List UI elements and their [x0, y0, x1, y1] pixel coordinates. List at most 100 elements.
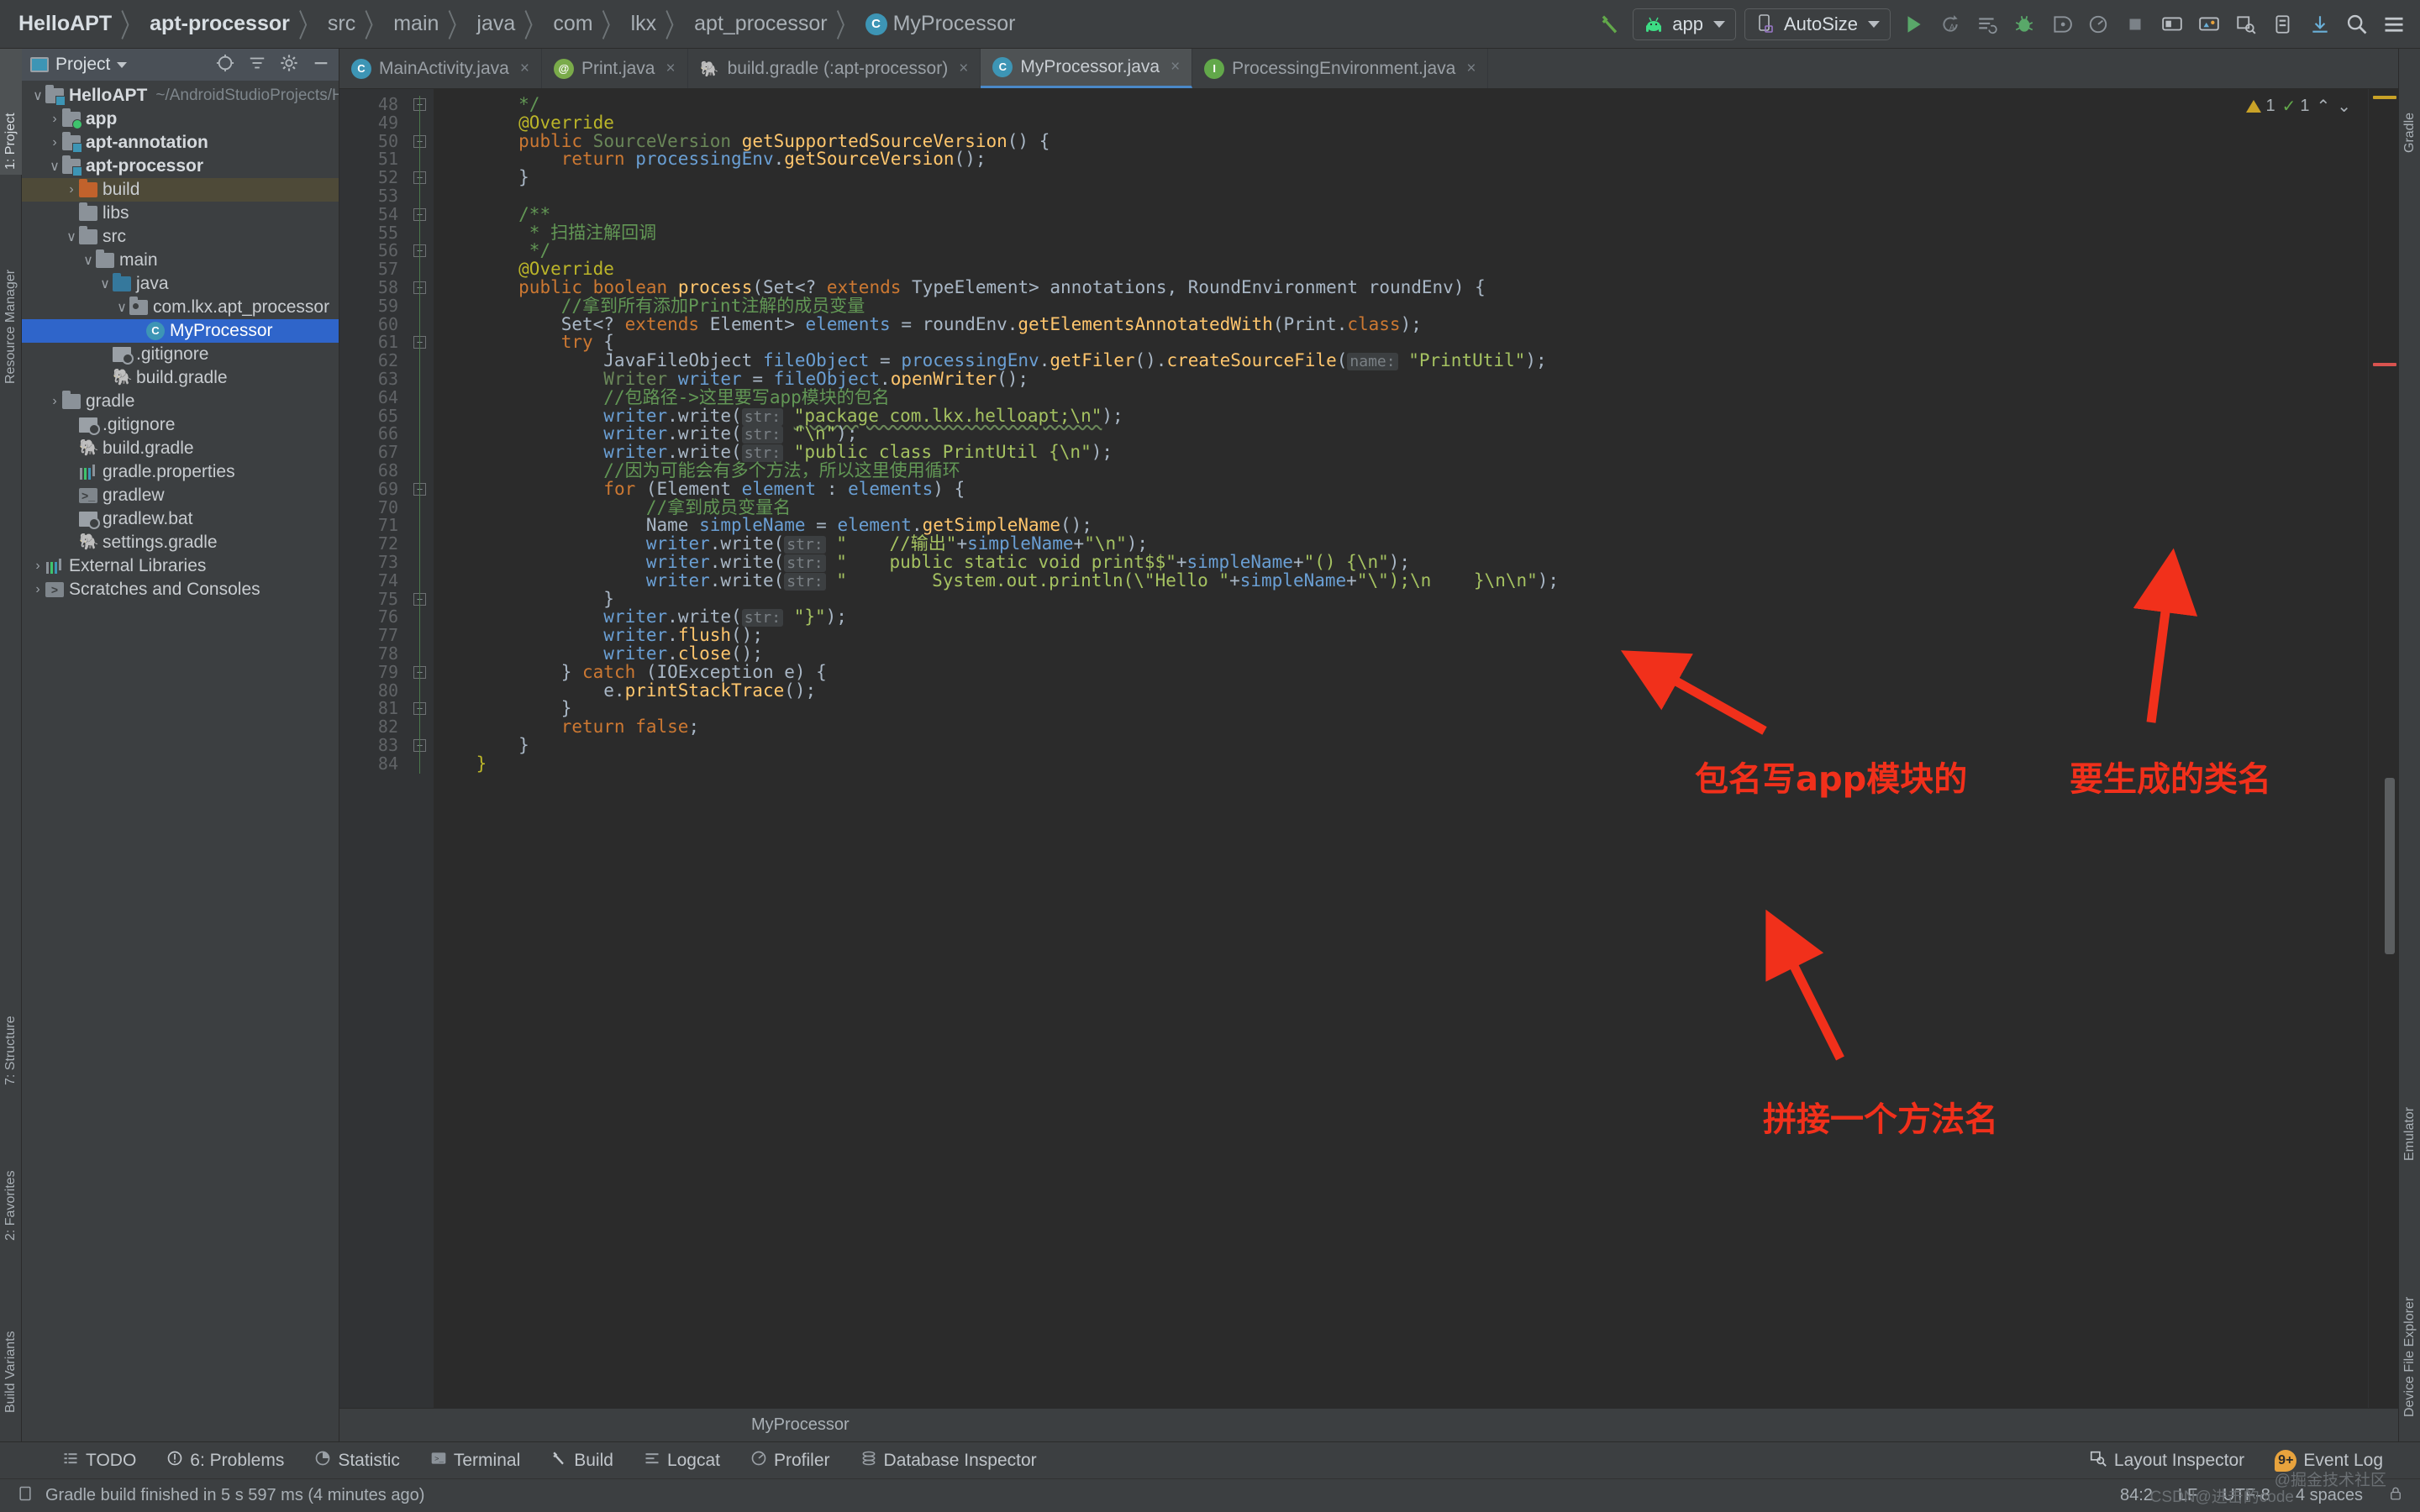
line-number[interactable]: 67 — [339, 443, 407, 462]
code-line[interactable]: try { — [434, 333, 2368, 352]
code-line[interactable]: /** — [434, 205, 2368, 224]
code-line[interactable]: } — [434, 168, 2368, 187]
code-line[interactable]: writer.write(str: " public static void p… — [434, 553, 2368, 572]
code-line[interactable]: } — [434, 736, 2368, 755]
tree-node-external-libraries[interactable]: › External Libraries — [22, 554, 339, 578]
sidebar-item-project[interactable]: 1: Project — [0, 49, 22, 175]
line-number[interactable]: 58I@ — [339, 278, 445, 297]
line-number-gutter[interactable]: 484950O5152535455565758I@596061626364656… — [339, 89, 445, 1408]
tree-node-apt-processor[interactable]: ∨ apt-processor — [22, 155, 339, 178]
breadcrumb-item-apt-processor[interactable]: apt-processor — [145, 12, 295, 36]
tree-node-java[interactable]: ∨ java — [22, 272, 339, 296]
line-number[interactable]: 65 — [339, 407, 407, 426]
tree-expand-arrow[interactable]: › — [30, 559, 45, 574]
tree-node--gitignore[interactable]: .gitignore — [22, 413, 339, 437]
code-line[interactable]: @Override — [434, 113, 2368, 133]
device-file-explorer-icon[interactable] — [2269, 10, 2297, 39]
tree-node-scratches-and-consoles[interactable]: › > Scratches and Consoles — [22, 578, 339, 601]
tree-expand-arrow[interactable]: ∨ — [97, 276, 113, 292]
code-line[interactable]: for (Element element : elements) { — [434, 480, 2368, 499]
tree-node-myprocessor[interactable]: C MyProcessor — [22, 319, 339, 343]
sidebar-item-structure[interactable]: 7: Structure — [0, 939, 22, 1090]
line-number[interactable]: 49 — [339, 113, 407, 133]
tree-expand-arrow[interactable]: › — [47, 112, 62, 127]
code-line[interactable]: * 扫描注解回调 — [434, 223, 2368, 243]
stop-icon[interactable] — [2121, 10, 2149, 39]
breadcrumb[interactable]: HelloAPT 〉 apt-processor 〉 src 〉 main 〉 java 〉 com… — [0, 9, 1020, 45]
code-text-area[interactable]: */ @Override public SourceVersion getSup… — [434, 89, 2368, 1408]
tree-node-build-gradle[interactable]: 🐘 build.gradle — [22, 366, 339, 390]
code-line[interactable]: //因为可能会有多个方法，所以这里使用循环 — [434, 461, 2368, 480]
line-number[interactable]: 61 — [339, 333, 407, 352]
hamburger-menu-icon[interactable] — [2380, 10, 2408, 39]
tree-expand-arrow[interactable]: ∨ — [30, 87, 45, 104]
tree-node-build[interactable]: › build — [22, 178, 339, 202]
code-line[interactable]: public SourceVersion getSupportedSourceV… — [434, 132, 2368, 151]
lock-icon[interactable] — [2388, 1485, 2403, 1507]
sdk-manager-icon[interactable] — [2195, 10, 2223, 39]
code-line[interactable]: return processingEnv.getSourceVersion(); — [434, 150, 2368, 169]
line-number[interactable]: 60 — [339, 315, 407, 334]
tree-expand-arrow[interactable]: › — [64, 182, 79, 197]
tree-node-src[interactable]: ∨ src — [22, 225, 339, 249]
code-line[interactable] — [434, 187, 2368, 206]
line-number[interactable]: 69 — [339, 480, 407, 499]
line-number[interactable]: 82 — [339, 717, 407, 737]
code-line[interactable]: e.printStackTrace(); — [434, 681, 2368, 701]
tab-processingenvironment-java[interactable]: I ProcessingEnvironment.java × — [1192, 49, 1489, 88]
line-number[interactable]: 64 — [339, 388, 407, 407]
attach-debugger-icon[interactable] — [2047, 10, 2075, 39]
code-line[interactable]: writer.write(str: "public class PrintUti… — [434, 443, 2368, 463]
sidebar-item-build-variants[interactable]: Build Variants — [0, 1250, 22, 1418]
sidebar-item-emulator[interactable]: Emulator — [2399, 1023, 2420, 1166]
chevron-down-icon[interactable]: ⌄ — [2337, 96, 2351, 117]
code-line[interactable]: //拿到成员变量名 — [434, 498, 2368, 517]
breadcrumb-item-src[interactable]: src — [323, 12, 360, 36]
line-number[interactable]: 54 — [339, 205, 407, 224]
line-number[interactable]: 73 — [339, 553, 407, 572]
tree-expand-arrow[interactable]: ∨ — [114, 299, 129, 316]
editor-tab-bar[interactable]: C MainActivity.java × @ Print.java × 🐘 build.gr… — [339, 49, 2398, 89]
sidebar-item-device-file-explorer[interactable]: Device File Explorer — [2399, 1170, 2420, 1422]
tool-window-todo[interactable]: TODO — [47, 1450, 151, 1472]
line-number[interactable]: 76 — [339, 608, 407, 627]
line-number[interactable]: 78 — [339, 644, 407, 664]
tree-expand-arrow[interactable]: ∨ — [47, 158, 62, 175]
chevron-down-icon[interactable] — [117, 61, 128, 68]
line-number[interactable]: 62 — [339, 351, 407, 370]
tool-window-build[interactable]: Build — [535, 1450, 629, 1472]
line-number[interactable]: 84 — [339, 754, 407, 774]
tool-window-6-problems[interactable]: 6: Problems — [151, 1450, 299, 1472]
tree-expand-arrow[interactable]: ∨ — [81, 252, 96, 269]
apply-changes-icon[interactable] — [1973, 10, 2002, 39]
code-line[interactable]: writer.write(str: "\n"); — [434, 424, 2368, 444]
code-line[interactable]: writer.write(str: " System.out.println(\… — [434, 571, 2368, 591]
tree-node-app[interactable]: › app — [22, 108, 339, 131]
code-line[interactable]: } — [434, 754, 2368, 774]
tab-myprocessor-java[interactable]: C MyProcessor.java × — [981, 49, 1193, 88]
line-number[interactable]: 70 — [339, 498, 407, 517]
search-icon[interactable] — [2343, 10, 2371, 39]
breadcrumb-item-lkx[interactable]: lkx — [626, 12, 662, 36]
code-line[interactable]: } — [434, 699, 2368, 718]
tab-mainactivity-java[interactable]: C MainActivity.java × — [339, 49, 542, 88]
inspection-widget[interactable]: 1 ✓ 1 ⌃ ⌄ — [2246, 96, 2351, 117]
line-number[interactable]: 57 — [339, 260, 407, 279]
avd-manager-icon[interactable] — [2158, 10, 2186, 39]
tab-print-java[interactable]: @ Print.java × — [542, 49, 688, 88]
line-number[interactable]: 74 — [339, 571, 407, 591]
close-icon[interactable]: × — [959, 60, 968, 78]
tree-node-build-gradle[interactable]: 🐘 build.gradle — [22, 437, 339, 460]
tree-node--gitignore[interactable]: .gitignore — [22, 343, 339, 366]
build-hammer-icon[interactable] — [1596, 10, 1624, 39]
code-line[interactable]: //包路径->这里要写app模块的包名 — [434, 388, 2368, 407]
editor-scrollbar-thumb[interactable] — [2385, 778, 2395, 954]
code-line[interactable]: @Override — [434, 260, 2368, 279]
line-number[interactable]: 71 — [339, 517, 407, 535]
sidebar-item-gradle[interactable]: Gradle — [2399, 49, 2420, 158]
code-line[interactable]: JavaFileObject fileObject = processingEn… — [434, 351, 2368, 371]
line-number[interactable]: 66 — [339, 425, 407, 444]
line-number[interactable]: 79 — [339, 663, 407, 682]
line-number[interactable]: 77 — [339, 626, 407, 645]
error-marker[interactable] — [2373, 363, 2396, 366]
